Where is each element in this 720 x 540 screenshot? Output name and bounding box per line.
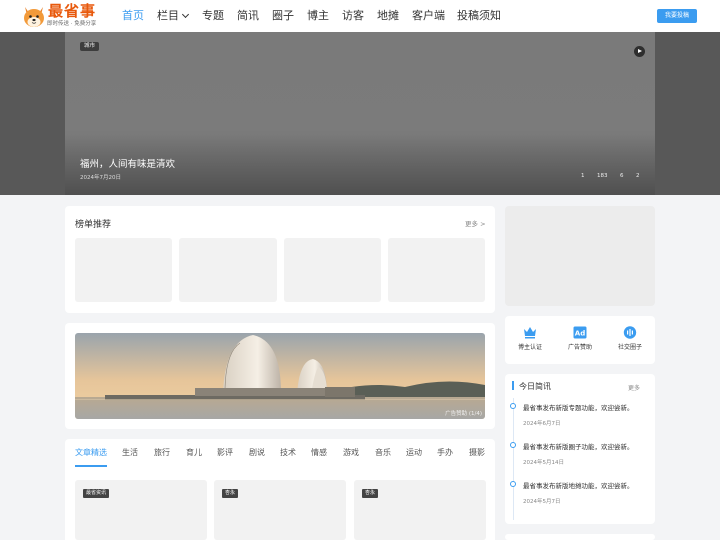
crown-icon <box>524 327 536 339</box>
logo-title: 最省事 <box>48 2 97 20</box>
nav-item-topics[interactable]: 专题 <box>202 9 224 23</box>
tab-games[interactable]: 游戏 <box>343 448 359 458</box>
tab-tech[interactable]: 技术 <box>280 448 296 458</box>
ad-banner[interactable]: 广告赞助 (1/4) <box>75 333 485 419</box>
ad-banner-label: 广告赞助 (1/4) <box>445 411 482 417</box>
article-card[interactable]: 最省资讯 <box>75 480 207 540</box>
nav-item-submission-guide[interactable]: 投稿须知 <box>457 9 501 23</box>
article-card[interactable]: 杏永 <box>354 480 486 540</box>
tab-photography[interactable]: 摄影 <box>469 448 485 458</box>
tab-featured[interactable]: 文章精选 <box>75 448 107 458</box>
sidebar-ad-placeholder[interactable] <box>505 206 655 306</box>
active-tab-indicator <box>75 465 107 467</box>
ranking-item[interactable] <box>284 238 381 302</box>
quick-link-label: 博主认证 <box>517 344 542 351</box>
hero-stat-2: 183 <box>597 173 608 179</box>
quick-link-label: 社交圈子 <box>617 344 642 351</box>
chevron-down-icon <box>181 10 190 19</box>
tab-sports[interactable]: 运动 <box>406 448 422 458</box>
hero-stat-1: 1 <box>581 173 585 179</box>
nav-item-columns[interactable]: 栏目 <box>157 9 190 23</box>
briefs-timeline <box>513 398 514 520</box>
hero-stat-3: 6 <box>620 173 624 179</box>
hero-title[interactable]: 福州，人间有味是清欢 <box>80 156 175 170</box>
tab-drama[interactable]: 剧说 <box>249 448 265 458</box>
opera-house-photo <box>75 333 485 419</box>
quick-link-label: 广告赞助 <box>567 344 592 351</box>
article-tag[interactable]: 杏永 <box>362 489 379 498</box>
tab-parenting[interactable]: 育儿 <box>186 448 202 458</box>
quick-link-social-circles[interactable]: 社交圈子 <box>607 326 653 351</box>
tab-film-review[interactable]: 影评 <box>217 448 233 458</box>
briefs-more-link[interactable]: 更多 <box>628 383 640 392</box>
brief-text[interactable]: 最省事发布新版地摊功能，欢迎尝新。 <box>523 480 634 490</box>
timeline-dot <box>510 481 516 487</box>
briefs-title-bar <box>512 381 514 390</box>
hero-category-tag[interactable]: 城市 <box>80 42 100 51</box>
article-tag[interactable]: 最省资讯 <box>83 489 110 498</box>
tab-music[interactable]: 音乐 <box>375 448 391 458</box>
timeline-dot <box>510 403 516 409</box>
briefs-title: 今日简讯 <box>519 382 551 391</box>
article-card[interactable]: 杏永 <box>214 480 346 540</box>
nav-item-home[interactable]: 首页 <box>122 9 144 23</box>
hero-date: 2024年7月20日 <box>80 175 121 181</box>
nav-item-client[interactable]: 客户端 <box>412 9 445 23</box>
brief-date: 2024年5月7日 <box>523 499 561 505</box>
nav-item-circles[interactable]: 圈子 <box>272 9 294 23</box>
nav-item-market[interactable]: 地摊 <box>377 9 399 23</box>
ranking-more-link[interactable]: 更多 > <box>465 218 486 228</box>
brief-text[interactable]: 最省事发布新版专题功能，欢迎尝新。 <box>523 402 634 412</box>
hero-stat-4: 2 <box>636 173 640 179</box>
circle-voice-icon <box>623 326 637 339</box>
nav-item-visitors[interactable]: 访客 <box>342 9 364 23</box>
brief-text[interactable]: 最省事发布新版圈子功能，欢迎尝新。 <box>523 441 634 451</box>
article-tag[interactable]: 杏永 <box>222 489 239 498</box>
sidebar-next-card <box>505 534 655 540</box>
nav-item-bloggers[interactable]: 博主 <box>307 9 329 23</box>
tab-travel[interactable]: 旅行 <box>154 448 170 458</box>
quick-link-blogger-verification[interactable]: 博主认证 <box>507 326 553 351</box>
nav-item-briefs[interactable]: 简讯 <box>237 9 259 23</box>
tab-figures[interactable]: 手办 <box>437 448 453 458</box>
brief-date: 2024年6月7日 <box>523 421 561 427</box>
shiba-dog-logo-icon <box>24 7 44 27</box>
svg-text:Ad: Ad <box>575 330 585 338</box>
play-icon[interactable] <box>634 46 645 57</box>
ranking-card: 榜单推荐 更多 > <box>65 206 495 313</box>
site-header: 最省事 即时传送 · 免费分享 首页 栏目 专题 简讯 圈子 博主 访客 地摊 … <box>0 0 720 32</box>
logo-slogan: 即时传送 · 免费分享 <box>47 21 97 27</box>
ranking-item[interactable] <box>179 238 277 302</box>
site-logo[interactable]: 最省事 即时传送 · 免费分享 <box>22 3 102 30</box>
nav-item-columns-label: 栏目 <box>157 9 179 22</box>
ranking-title: 榜单推荐 <box>75 220 112 230</box>
ranking-item[interactable] <box>75 238 172 302</box>
hero-slide[interactable]: 城市 福州，人间有味是清欢 2024年7月20日 1 183 6 2 <box>65 32 655 195</box>
tab-life[interactable]: 生活 <box>122 448 138 458</box>
timeline-dot <box>510 442 516 448</box>
quick-link-ad-sponsor[interactable]: Ad 广告赞助 <box>557 326 603 351</box>
ad-icon: Ad <box>573 326 587 339</box>
submit-article-button[interactable]: 我要投稿 <box>657 9 697 23</box>
tab-emotion[interactable]: 情感 <box>311 448 327 458</box>
brief-date: 2024年5月14日 <box>523 460 564 466</box>
ranking-item[interactable] <box>388 238 485 302</box>
